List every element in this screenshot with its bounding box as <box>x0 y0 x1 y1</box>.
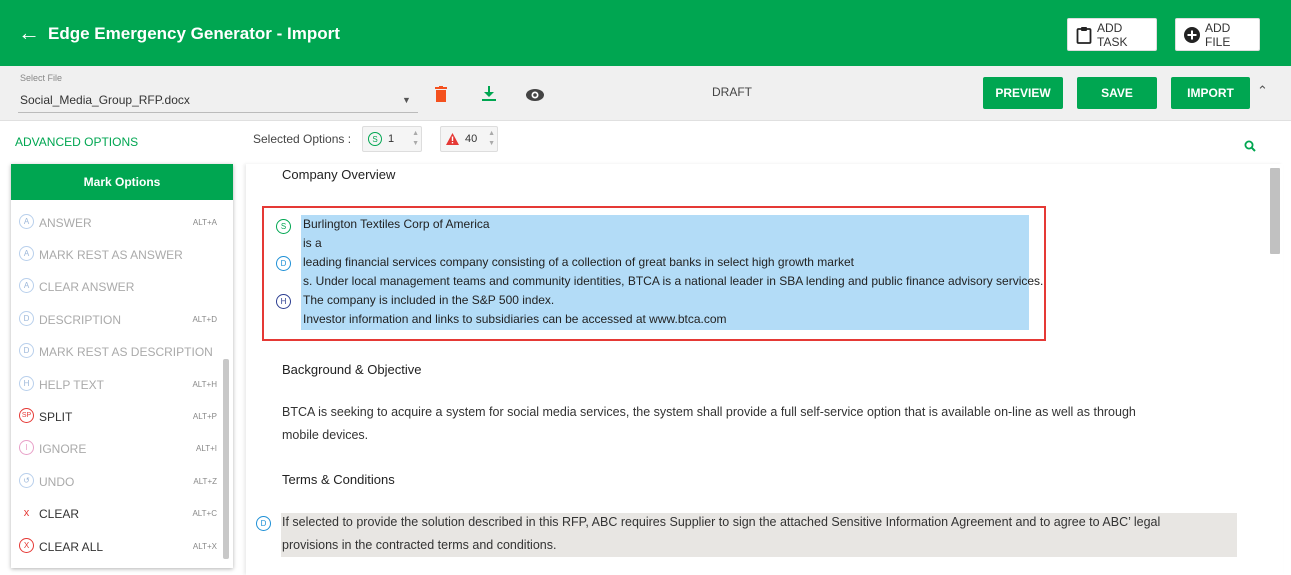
select-file-dropdown[interactable]: Social_Media_Group_RFP.docx <box>20 93 190 107</box>
answer-icon: A <box>19 246 34 261</box>
eye-icon[interactable] <box>526 88 544 106</box>
collapse-chevron-icon[interactable]: ⌃ <box>1257 83 1268 99</box>
selected-s-count: 1 <box>388 133 395 145</box>
help-text-icon: H <box>19 376 34 391</box>
shortcut-label: ALT+Z <box>193 477 217 486</box>
undo-icon: ↺ <box>19 473 34 488</box>
description-icon: D <box>19 311 34 326</box>
mark-label: SPLIT <box>39 410 73 424</box>
mark-description[interactable]: D DESCRIPTION ALT+D <box>11 303 221 335</box>
mark-label: HELP TEXT <box>39 378 104 392</box>
mark-rest-as-description[interactable]: D MARK REST AS DESCRIPTION <box>11 335 221 367</box>
app-header: ← Edge Emergency Generator - Import ADD … <box>0 0 1291 66</box>
mark-split[interactable]: SP SPLIT ALT+P <box>11 400 221 432</box>
paragraph-line: If selected to provide the solution desc… <box>282 515 1161 529</box>
answer-icon: A <box>19 278 34 293</box>
select-file-label: Select File <box>20 73 63 83</box>
toolbar: Select File Social_Media_Group_RFP.docx … <box>0 66 1291 121</box>
trash-icon[interactable] <box>435 86 447 107</box>
preview-button[interactable]: PREVIEW <box>983 77 1063 109</box>
mark-label: CLEAR <box>39 507 80 521</box>
highlight-line: The company is included in the S&P 500 i… <box>303 293 555 307</box>
dropdown-caret-icon[interactable]: ▼ <box>402 95 411 105</box>
paragraph-line: BTCA is seeking to acquire a system for … <box>282 405 1136 419</box>
mark-label: ANSWER <box>39 216 92 230</box>
add-file-label: ADD FILE <box>1205 20 1231 49</box>
section-heading: Company Overview <box>282 167 396 182</box>
mark-help-text[interactable]: H HELP TEXT ALT+H <box>11 368 221 400</box>
answer-icon: A <box>19 214 34 229</box>
highlight-line: Investor information and links to subsid… <box>303 312 727 326</box>
clipboard-icon <box>1076 26 1092 44</box>
search-icon[interactable] <box>1244 139 1256 157</box>
split-icon: SP <box>19 408 34 423</box>
warning-counter[interactable]: 40 ▲ ▼ <box>440 126 498 152</box>
plus-circle-icon <box>1184 26 1200 43</box>
help-tag-icon[interactable]: H <box>276 294 291 309</box>
panel-scrollbar[interactable] <box>223 359 229 559</box>
import-button[interactable]: IMPORT <box>1171 77 1250 109</box>
mark-ignore[interactable]: I IGNORE ALT+I <box>11 432 221 464</box>
mark-label: DESCRIPTION <box>39 313 122 327</box>
section-heading: Background & Objective <box>282 362 422 377</box>
document-scrollbar[interactable] <box>1270 168 1280 254</box>
mark-label: MARK REST AS ANSWER <box>39 248 183 262</box>
selected-s-counter[interactable]: S 1 ▲ ▼ <box>362 126 422 152</box>
mark-options-title: Mark Options <box>11 164 233 200</box>
shortcut-label: ALT+P <box>192 412 217 421</box>
download-icon[interactable] <box>482 86 496 107</box>
ignore-icon: I <box>19 440 34 455</box>
mark-options-panel: Mark Options A ANSWER ALT+A A MARK REST … <box>11 164 233 568</box>
advanced-options-link[interactable]: ADVANCED OPTIONS <box>15 135 138 149</box>
stepper-icon[interactable]: ▲ ▼ <box>488 129 495 149</box>
stepper-icon[interactable]: ▲ ▼ <box>412 129 419 149</box>
shortcut-label: ALT+H <box>192 380 217 389</box>
warning-icon <box>446 133 459 145</box>
shortcut-label: ALT+A <box>192 218 217 227</box>
warning-count: 40 <box>465 133 478 145</box>
shortcut-label: ALT+C <box>192 509 217 518</box>
section-heading: Terms & Conditions <box>282 472 395 487</box>
highlight-line: Burlington Textiles Corp of America <box>303 217 490 231</box>
highlight-line: leading financial services company consi… <box>303 255 854 269</box>
mark-label: IGNORE <box>39 442 87 456</box>
clear-x-icon: x <box>23 506 30 519</box>
shortcut-label: ALT+D <box>192 315 217 324</box>
shortcut-label: ALT+I <box>196 444 217 453</box>
mark-clear-all[interactable]: X CLEAR ALL ALT+X <box>11 530 221 562</box>
add-file-button[interactable]: ADD FILE <box>1175 18 1260 51</box>
description-tag-icon[interactable]: D <box>256 516 271 531</box>
mark-answer[interactable]: A ANSWER ALT+A <box>11 206 221 238</box>
paragraph-line: provisions in the contracted terms and c… <box>282 538 557 552</box>
s-badge-icon: S <box>368 132 382 146</box>
description-tag-icon[interactable]: D <box>276 256 291 271</box>
description-icon: D <box>19 343 34 358</box>
mark-label: CLEAR ANSWER <box>39 280 135 294</box>
add-task-button[interactable]: ADD TASK <box>1067 18 1157 51</box>
status-label: DRAFT <box>712 85 752 99</box>
clear-all-icon: X <box>19 538 34 553</box>
shortcut-label: ALT+X <box>192 542 217 551</box>
mark-label: MARK REST AS DESCRIPTION <box>39 345 213 359</box>
add-task-label: ADD TASK <box>1097 20 1128 49</box>
mark-label: UNDO <box>39 475 75 489</box>
paragraph-line: mobile devices. <box>282 428 369 442</box>
clear-answer[interactable]: A CLEAR ANSWER <box>11 270 221 302</box>
mark-label: CLEAR ALL <box>39 540 104 554</box>
mark-undo[interactable]: ↺ UNDO ALT+Z <box>11 465 221 497</box>
mark-rest-as-answer[interactable]: A MARK REST AS ANSWER <box>11 238 221 270</box>
save-button[interactable]: SAVE <box>1077 77 1157 109</box>
highlight-line: s. Under local management teams and comm… <box>303 274 1044 288</box>
mark-clear[interactable]: x CLEAR ALT+C <box>11 497 221 529</box>
back-arrow-icon[interactable]: ← <box>18 22 40 44</box>
select-file-underline <box>18 112 418 113</box>
page-title: Edge Emergency Generator - Import <box>48 24 340 43</box>
split-tag-icon[interactable]: S <box>276 219 291 234</box>
highlight-line: is a <box>303 236 322 250</box>
selected-options-label: Selected Options : <box>253 132 352 146</box>
